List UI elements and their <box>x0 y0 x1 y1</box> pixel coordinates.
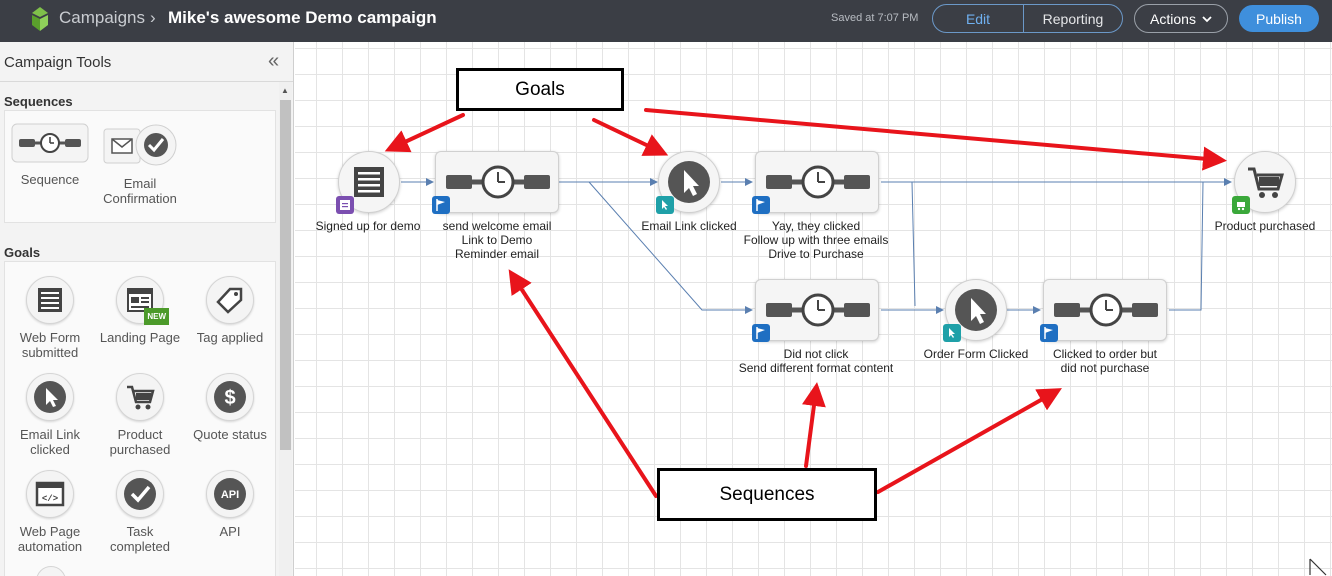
tool-label: Sequence <box>20 172 80 187</box>
email-check-icon <box>103 124 177 166</box>
tool-label: API <box>219 524 241 539</box>
landing-page-icon: NEW <box>116 276 169 325</box>
logo-icon <box>32 7 48 31</box>
sidebar-title: Campaign Tools <box>4 54 112 71</box>
goals-panel: Web Form submitted NEW Landing Page Tag … <box>4 261 276 576</box>
tool-email-confirmation[interactable]: Email Confirmation <box>95 123 185 206</box>
tool-label: Task completed <box>110 524 170 554</box>
tool-quote-status[interactable]: $ Quote status <box>185 373 275 442</box>
resize-corner-icon[interactable] <box>1308 558 1328 576</box>
tool-label: Email Link clicked <box>20 427 80 457</box>
tool-task-completed[interactable]: Task completed <box>95 470 185 554</box>
breadcrumb-separator: › <box>150 8 156 27</box>
sequences-panel: Sequence Email Confirmation <box>4 110 276 223</box>
goals-callout: Goals <box>456 68 624 111</box>
code-icon: </> <box>26 470 74 518</box>
sequences-callout: Sequences <box>657 468 877 521</box>
collapse-icon[interactable]: « <box>268 50 279 73</box>
svg-text:$: $ <box>224 387 235 409</box>
cart-icon <box>116 373 164 421</box>
publish-button[interactable]: Publish <box>1239 5 1319 32</box>
new-badge: NEW <box>144 308 169 325</box>
sequences-section-label: Sequences <box>4 94 73 109</box>
chevron-down-icon <box>1202 15 1212 22</box>
tool-product-purchased[interactable]: Product purchased <box>95 373 185 457</box>
more-tool-icon[interactable] <box>36 566 66 576</box>
tool-web-page-automation[interactable]: </> Web Page automation <box>5 470 95 554</box>
tag-icon <box>206 276 254 324</box>
svg-text:</>: </> <box>42 494 58 504</box>
tool-tag-applied[interactable]: Tag applied <box>185 276 275 345</box>
campaign-canvas[interactable]: Signed up for demo send welcome email Li… <box>295 42 1332 576</box>
campaign-title[interactable]: Mike's awesome Demo campaign <box>168 8 437 28</box>
tool-landing-page[interactable]: NEW Landing Page <box>95 276 185 345</box>
tool-label: Quote status <box>193 427 267 442</box>
tab-edit[interactable]: Edit <box>933 5 1024 32</box>
svg-text:API: API <box>221 489 239 501</box>
sidebar-scroll-thumb[interactable] <box>280 100 291 450</box>
mode-toggle: Edit Reporting <box>932 4 1123 33</box>
tool-api[interactable]: API API <box>185 470 275 539</box>
web-form-icon <box>26 276 74 324</box>
tab-reporting[interactable]: Reporting <box>1024 5 1122 32</box>
tool-email-link-clicked[interactable]: Email Link clicked <box>5 373 95 457</box>
breadcrumb-campaigns[interactable]: Campaigns <box>59 8 145 28</box>
sequence-timer-icon <box>11 123 89 163</box>
tool-label: Web Page automation <box>17 524 83 554</box>
actions-label: Actions <box>1150 10 1196 27</box>
tool-label: Product purchased <box>109 427 171 457</box>
dollar-icon: $ <box>206 373 254 421</box>
actions-button[interactable]: Actions <box>1134 4 1228 33</box>
api-icon: API <box>206 470 254 518</box>
cursor-icon <box>26 373 74 421</box>
tool-label: Email Confirmation <box>103 176 177 206</box>
goals-section-label: Goals <box>4 245 41 260</box>
tool-label: Web Form submitted <box>19 330 81 360</box>
tool-label: Landing Page <box>99 330 181 345</box>
tool-label: Tag applied <box>196 330 264 345</box>
saved-status: Saved at 7:07 PM <box>831 12 919 24</box>
campaign-tools-sidebar: Campaign Tools « Sequences Sequence Emai… <box>0 42 294 576</box>
top-bar: Campaigns › Mike's awesome Demo campaign… <box>0 0 1332 42</box>
tool-sequence[interactable]: Sequence <box>5 123 95 187</box>
tool-web-form[interactable]: Web Form submitted <box>5 276 95 360</box>
check-icon <box>116 470 164 518</box>
scroll-up-icon[interactable]: ▲ <box>281 86 289 95</box>
sidebar-header: Campaign Tools « <box>0 42 293 82</box>
